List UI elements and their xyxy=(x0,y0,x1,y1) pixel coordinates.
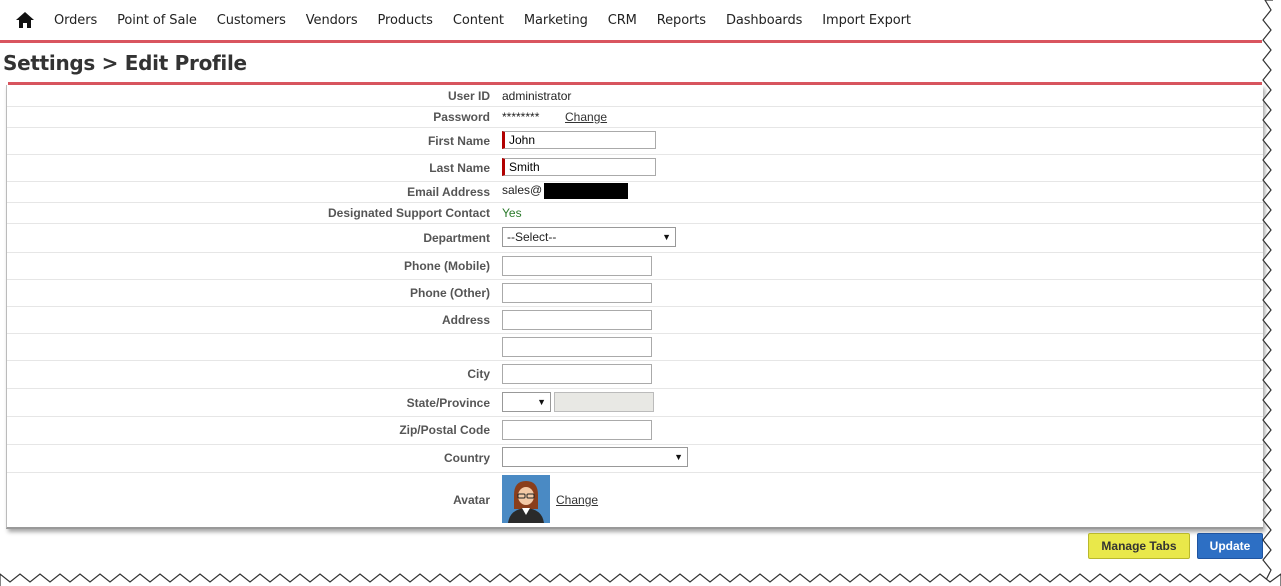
row-phone-other: Phone (Other) xyxy=(7,279,1263,307)
zip-label: Zip/Postal Code xyxy=(399,423,490,437)
row-avatar: Avatar Change xyxy=(7,472,1263,526)
department-select[interactable]: --Select-- ▼ xyxy=(502,227,676,247)
last-name-label: Last Name xyxy=(429,161,490,175)
row-address-2 xyxy=(7,333,1263,361)
country-label: Country xyxy=(444,451,490,465)
city-input[interactable] xyxy=(502,364,652,384)
avatar xyxy=(502,475,550,523)
department-label: Department xyxy=(423,231,490,245)
row-state: State/Province ▼ xyxy=(7,388,1263,417)
nav-vendors[interactable]: Vendors xyxy=(306,13,358,28)
phone-other-input[interactable] xyxy=(502,283,652,303)
torn-edge-bottom xyxy=(0,573,1281,586)
email-value: sales@ xyxy=(502,183,629,199)
avatar-person-icon xyxy=(508,481,544,523)
row-address: Address xyxy=(7,306,1263,334)
first-name-label: First Name xyxy=(427,134,490,148)
user-id-value: administrator xyxy=(502,89,572,103)
email-label: Email Address xyxy=(407,185,490,199)
row-city: City xyxy=(7,360,1263,389)
row-first-name: First Name xyxy=(7,127,1263,155)
support-contact-label: Designated Support Contact xyxy=(327,206,490,220)
nav-import-export[interactable]: Import Export xyxy=(822,13,911,28)
row-email: Email Address sales@ xyxy=(7,181,1263,203)
user-id-label: User ID xyxy=(447,89,490,103)
phone-mobile-label: Phone (Mobile) xyxy=(404,259,490,273)
city-label: City xyxy=(467,367,490,381)
password-value: ******** xyxy=(502,110,540,124)
nav-products[interactable]: Products xyxy=(378,13,433,28)
nav-dashboards[interactable]: Dashboards xyxy=(726,13,802,28)
state-text-input-disabled xyxy=(554,392,654,412)
country-select[interactable]: ▼ xyxy=(502,447,688,467)
zip-input[interactable] xyxy=(502,420,652,440)
row-user-id: User ID administrator xyxy=(7,85,1263,107)
address-line2-input[interactable] xyxy=(502,337,652,357)
nav-content[interactable]: Content xyxy=(453,13,504,28)
password-label: Password xyxy=(433,110,490,124)
avatar-label: Avatar xyxy=(453,493,490,507)
update-button[interactable]: Update xyxy=(1197,533,1263,559)
phone-other-label: Phone (Other) xyxy=(410,286,490,300)
top-nav: Orders Point of Sale Customers Vendors P… xyxy=(0,0,1260,40)
email-text: sales@ xyxy=(502,183,543,198)
support-contact-value: Yes xyxy=(502,206,522,220)
nav-divider xyxy=(0,40,1262,43)
phone-mobile-input[interactable] xyxy=(502,256,652,276)
department-selected: --Select-- xyxy=(507,230,557,244)
state-select[interactable]: ▼ xyxy=(502,392,551,412)
nav-reports[interactable]: Reports xyxy=(657,13,706,28)
row-department: Department --Select-- ▼ xyxy=(7,223,1263,253)
address-input[interactable] xyxy=(502,310,652,330)
chevron-down-icon: ▼ xyxy=(674,452,683,462)
nav-orders[interactable]: Orders xyxy=(54,13,97,28)
change-avatar-link[interactable]: Change xyxy=(556,493,598,507)
row-zip: Zip/Postal Code xyxy=(7,416,1263,445)
address-label: Address xyxy=(441,313,490,327)
row-last-name: Last Name xyxy=(7,154,1263,182)
email-redaction xyxy=(544,183,629,199)
nav-marketing[interactable]: Marketing xyxy=(524,13,588,28)
last-name-input[interactable] xyxy=(502,158,656,176)
chevron-down-icon: ▼ xyxy=(537,397,546,407)
nav-crm[interactable]: CRM xyxy=(608,13,637,28)
nav-customers[interactable]: Customers xyxy=(217,13,286,28)
row-password: Password ******** Change xyxy=(7,106,1263,128)
row-country: Country ▼ xyxy=(7,444,1263,473)
torn-edge-right xyxy=(1262,0,1273,586)
row-phone-mobile: Phone (Mobile) xyxy=(7,252,1263,280)
home-icon[interactable] xyxy=(16,11,36,29)
edit-profile-form: User ID administrator Password ******** … xyxy=(6,85,1263,529)
nav-point-of-sale[interactable]: Point of Sale xyxy=(117,13,197,28)
change-password-link[interactable]: Change xyxy=(565,110,607,124)
chevron-down-icon: ▼ xyxy=(662,232,671,242)
manage-tabs-button[interactable]: Manage Tabs xyxy=(1088,533,1190,559)
first-name-input[interactable] xyxy=(502,131,656,149)
state-label: State/Province xyxy=(406,396,490,410)
row-support-contact: Designated Support Contact Yes xyxy=(7,202,1263,224)
page-title: Settings > Edit Profile xyxy=(3,51,247,75)
